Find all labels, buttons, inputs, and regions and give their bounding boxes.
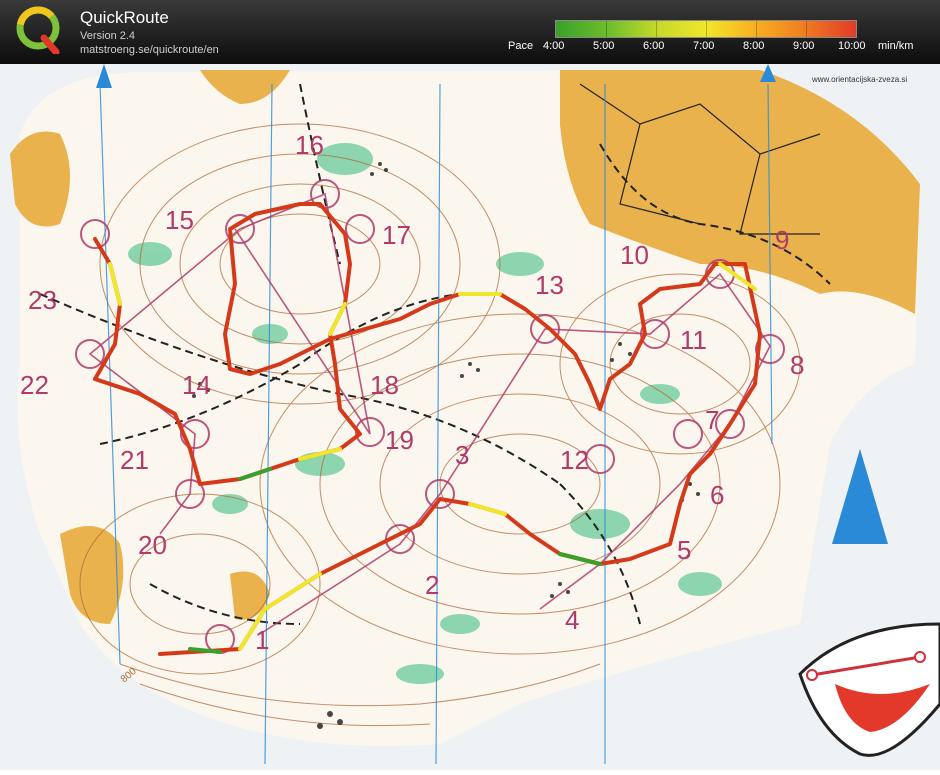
- pace-value: 10:00: [838, 40, 866, 52]
- map-canvas[interactable]: www.orientacijska-zveza.si 800 1 2 3 4 5…: [0, 64, 940, 770]
- pace-color-scale: [555, 20, 857, 38]
- control-number: 18: [370, 370, 399, 400]
- map-credit: www.orientacijska-zveza.si: [811, 75, 907, 84]
- control-number: 23: [28, 285, 57, 315]
- pace-value: 5:00: [593, 40, 615, 52]
- control-number: 17: [382, 220, 411, 250]
- app-url[interactable]: matstroeng.se/quickroute/en: [80, 44, 219, 56]
- control-number: 16: [295, 130, 324, 160]
- app-title: QuickRoute: [80, 8, 169, 27]
- quickroute-logo-icon: [16, 6, 60, 54]
- control-number: 15: [165, 205, 194, 235]
- control-number: 19: [385, 425, 414, 455]
- control-number: 4: [565, 605, 579, 635]
- app-version: Version 2.4: [80, 30, 136, 42]
- control-number: 6: [710, 480, 724, 510]
- pace-value: 9:00: [793, 40, 815, 52]
- orienteering-map[interactable]: www.orientacijska-zveza.si 800 1 2 3 4 5…: [0, 64, 940, 770]
- control-number: 20: [138, 530, 167, 560]
- control-number: 12: [560, 445, 589, 475]
- control-number: 11: [680, 325, 707, 355]
- pace-value: 4:00: [543, 40, 565, 52]
- pace-value: 6:00: [643, 40, 665, 52]
- pace-value: 7:00: [693, 40, 715, 52]
- control-number: 2: [425, 570, 439, 600]
- control-number: 7: [705, 405, 719, 435]
- control-number: 21: [120, 445, 149, 475]
- control-number: 9: [775, 225, 789, 255]
- pace-value: 8:00: [743, 40, 765, 52]
- control-number: 8: [790, 350, 804, 380]
- control-number: 1: [255, 625, 269, 655]
- pace-unit: min/km: [878, 40, 914, 52]
- control-number: 13: [535, 270, 564, 300]
- control-number: 22: [20, 370, 49, 400]
- pace-label: Pace: [508, 40, 534, 52]
- control-number: 5: [677, 535, 691, 565]
- control-number: 14: [182, 370, 211, 400]
- app-header: QuickRoute Version 2.4 matstroeng.se/qui…: [0, 0, 940, 64]
- control-number: 10: [620, 240, 649, 270]
- control-number: 3: [455, 440, 469, 470]
